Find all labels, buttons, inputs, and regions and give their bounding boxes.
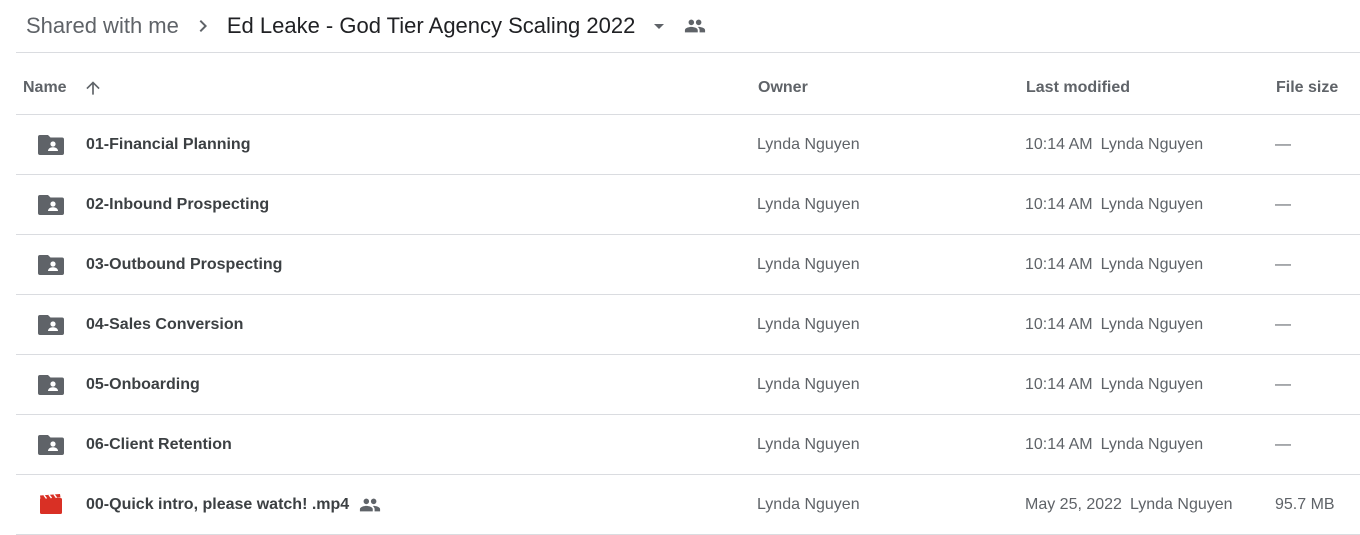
file-name-text: 02-Inbound Prospecting (86, 195, 270, 213)
modified-time: 10:14 AM (1025, 315, 1093, 333)
file-last-modified: 10:14 AM Lynda Nguyen (1025, 415, 1203, 474)
people-icon (683, 14, 707, 38)
modified-by: Lynda Nguyen (1100, 315, 1204, 333)
file-row[interactable]: 05-Onboarding Lynda Nguyen 10:14 AM Lynda N… (16, 355, 1360, 415)
file-size: — (1275, 435, 1291, 453)
breadcrumb: Shared with me Ed Leake - God Tier Agenc… (16, 0, 1360, 52)
caret-down-icon[interactable] (647, 14, 671, 38)
file-size: — (1275, 315, 1291, 333)
modified-time: 10:14 AM (1025, 255, 1093, 273)
column-header-name[interactable]: Name (23, 62, 103, 114)
file-row[interactable]: 02-Inbound Prospecting Lynda Nguyen 10:14 … (16, 175, 1360, 235)
file-owner: Lynda Nguyen (757, 135, 860, 153)
file-name[interactable]: 05-Onboarding (86, 355, 200, 414)
file-row[interactable]: 06-Client Retention Lynda Nguyen 10:14 AM L… (16, 415, 1360, 475)
file-owner: Lynda Nguyen (757, 375, 860, 393)
modified-by: Lynda Nguyen (1100, 195, 1204, 213)
file-last-modified: 10:14 AM Lynda Nguyen (1025, 115, 1203, 174)
people-icon (359, 494, 381, 516)
file-owner: Lynda Nguyen (757, 195, 860, 213)
file-name-text: 04-Sales Conversion (86, 315, 244, 333)
shared-folder-icon (38, 432, 64, 456)
modified-time: May 25, 2022 (1025, 495, 1122, 513)
modified-time: 10:14 AM (1025, 435, 1093, 453)
file-row[interactable]: 03-Outbound Prospecting Lynda Nguyen 10:14… (16, 235, 1360, 295)
modified-time: 10:14 AM (1025, 375, 1093, 393)
modified-by: Lynda Nguyen (1100, 435, 1204, 453)
breadcrumb-shared-with-me[interactable]: Shared with me (16, 9, 189, 43)
file-owner: Lynda Nguyen (757, 495, 860, 513)
file-last-modified: 10:14 AM Lynda Nguyen (1025, 235, 1203, 294)
file-name[interactable]: 03-Outbound Prospecting (86, 235, 282, 294)
modified-time: 10:14 AM (1025, 195, 1093, 213)
shared-folder-icon (38, 372, 64, 396)
file-size: — (1275, 255, 1291, 273)
file-name[interactable]: 00-Quick intro, please watch! .mp4 (86, 475, 381, 534)
file-last-modified: 10:14 AM Lynda Nguyen (1025, 295, 1203, 354)
shared-folder-icon (38, 132, 64, 156)
file-owner: Lynda Nguyen (757, 315, 860, 333)
video-file-icon (38, 492, 64, 516)
file-name-text: 05-Onboarding (86, 375, 200, 393)
breadcrumb-current-folder[interactable]: Ed Leake - God Tier Agency Scaling 2022 (217, 9, 645, 43)
file-size: — (1275, 195, 1291, 213)
modified-by: Lynda Nguyen (1100, 135, 1204, 153)
file-row[interactable]: 00-Quick intro, please watch! .mp4 Lynda … (16, 475, 1360, 535)
column-header-last-modified[interactable]: Last modified (1026, 62, 1130, 114)
file-last-modified: May 25, 2022 Lynda Nguyen (1025, 475, 1233, 534)
column-header-name-label: Name (23, 79, 67, 96)
shared-folder-icon (38, 312, 64, 336)
file-last-modified: 10:14 AM Lynda Nguyen (1025, 175, 1203, 234)
file-row[interactable]: 04-Sales Conversion Lynda Nguyen 10:14 AM L… (16, 295, 1360, 355)
shared-folder-icon (38, 252, 64, 276)
file-name[interactable]: 04-Sales Conversion (86, 295, 243, 354)
file-last-modified: 10:14 AM Lynda Nguyen (1025, 355, 1203, 414)
modified-time: 10:14 AM (1025, 135, 1093, 153)
file-name-text: 01-Financial Planning (86, 135, 251, 153)
file-owner: Lynda Nguyen (757, 255, 860, 273)
file-row[interactable]: 01-Financial Planning Lynda Nguyen 10:14 A… (16, 115, 1360, 175)
arrow-up-icon[interactable] (83, 78, 103, 98)
file-name[interactable]: 01-Financial Planning (86, 115, 250, 174)
file-name[interactable]: 02-Inbound Prospecting (86, 175, 269, 234)
file-name-text: 06-Client Retention (86, 435, 232, 453)
file-list: 01-Financial Planning Lynda Nguyen 10:14 A… (16, 115, 1360, 535)
file-size: — (1275, 375, 1291, 393)
modified-by: Lynda Nguyen (1129, 495, 1233, 513)
file-size: 95.7 MB (1275, 495, 1335, 513)
shared-folder-icon (38, 192, 64, 216)
file-name-text: 03-Outbound Prospecting (86, 255, 283, 273)
file-name[interactable]: 06-Client Retention (86, 415, 232, 474)
modified-by: Lynda Nguyen (1100, 375, 1204, 393)
column-header-owner[interactable]: Owner (758, 62, 808, 114)
column-header-file-size[interactable]: File size (1276, 62, 1338, 114)
divider (16, 52, 1360, 53)
modified-by: Lynda Nguyen (1100, 255, 1204, 273)
column-header-row: Name Owner Last modified File size (16, 62, 1360, 115)
file-size: — (1275, 135, 1291, 153)
file-owner: Lynda Nguyen (757, 435, 860, 453)
chevron-right-icon (191, 14, 215, 38)
file-name-text: 00-Quick intro, please watch! .mp4 (86, 495, 350, 513)
